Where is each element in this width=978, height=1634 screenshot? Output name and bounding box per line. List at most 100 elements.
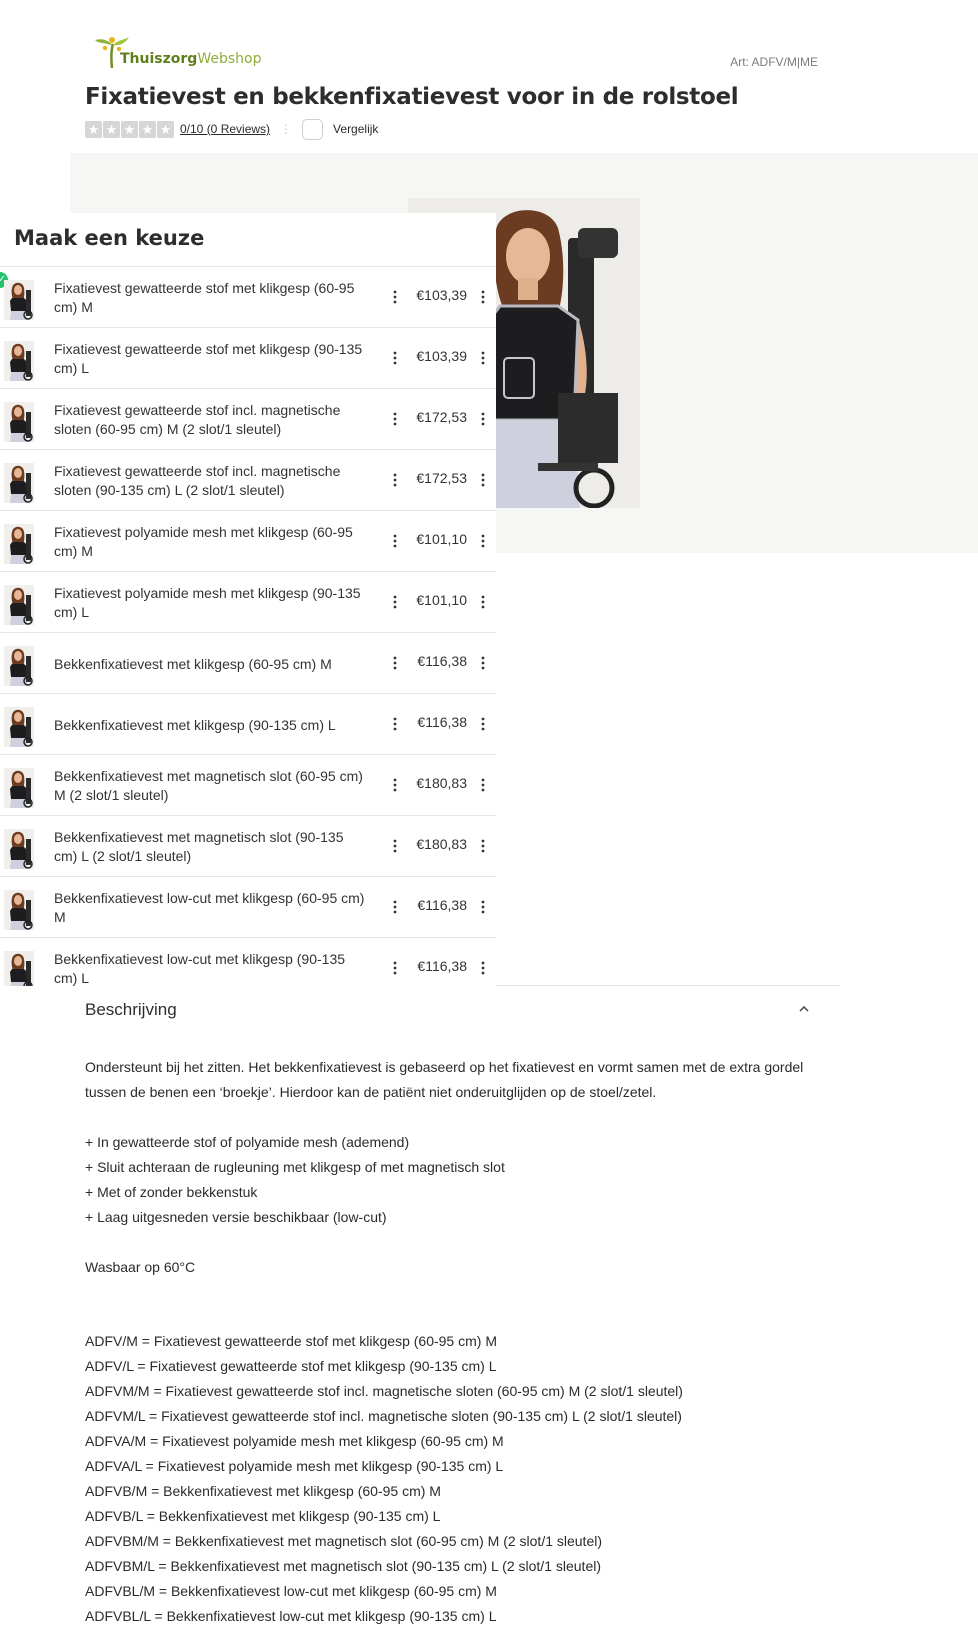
description-intro: Ondersteunt bij het zitten. Het bekkenfi… xyxy=(85,1059,804,1100)
variant-option[interactable]: Bekkenfixatievest low-cut met klikgesp (… xyxy=(0,938,496,986)
more-vertical-icon[interactable] xyxy=(390,653,400,673)
description-accordion-header[interactable]: Beschrijving xyxy=(85,998,815,1024)
variant-price: €101,10 xyxy=(416,592,467,608)
more-vertical-icon[interactable] xyxy=(478,653,488,673)
variant-price: €116,38 xyxy=(417,897,467,913)
feature-item: + Sluit achteraan de rugleuning met klik… xyxy=(85,1159,505,1175)
variant-thumbnail xyxy=(4,402,34,442)
divider xyxy=(496,985,840,986)
feature-item: + In gewatteerde stof of polyamide mesh … xyxy=(85,1134,410,1150)
variant-thumbnail xyxy=(4,280,34,320)
article-code-line: ADFVBL/L = Bekkenfixatievest low-cut met… xyxy=(85,1608,497,1624)
article-code-line: ADFVB/M = Bekkenfixatievest met klikgesp… xyxy=(85,1483,441,1499)
variant-price: €103,39 xyxy=(416,287,467,303)
variant-thumbnail xyxy=(4,646,34,686)
more-vertical-icon[interactable] xyxy=(390,470,400,490)
variant-thumbnail xyxy=(4,524,34,564)
wash-info: Wasbaar op 60°C xyxy=(85,1259,196,1275)
variant-name: Fixatievest gewatteerde stof incl. magne… xyxy=(54,463,341,498)
article-code-line: ADFV/M = Fixatievest gewatteerde stof me… xyxy=(85,1333,497,1349)
more-vertical-icon[interactable] xyxy=(390,958,400,978)
more-vertical-icon[interactable] xyxy=(478,287,488,307)
compare-label[interactable]: Vergelijk xyxy=(333,122,378,136)
variant-selector-title: Maak een keuze xyxy=(0,213,496,267)
more-vertical-icon[interactable] xyxy=(478,714,488,734)
variant-option[interactable]: Fixatievest gewatteerde stof incl. magne… xyxy=(0,389,496,450)
variant-option[interactable]: Fixatievest polyamide mesh met klikgesp … xyxy=(0,511,496,572)
separator-dots-icon: ⋮ xyxy=(280,122,293,136)
variant-option[interactable]: Bekkenfixatievest met klikgesp (90-135 c… xyxy=(0,694,496,755)
star-icon: ★ xyxy=(157,120,174,138)
rating-row: ★ ★ ★ ★ ★ 0/10 (0 Reviews) ⋮ Vergelijk xyxy=(85,118,378,140)
variant-price: €116,38 xyxy=(417,653,467,669)
variant-option[interactable]: Bekkenfixatievest met klikgesp (60-95 cm… xyxy=(0,633,496,694)
article-code-list: ADFV/M = Fixatievest gewatteerde stof me… xyxy=(85,1329,825,1629)
more-vertical-icon[interactable] xyxy=(478,775,488,795)
variant-thumbnail xyxy=(4,585,34,625)
site-logo[interactable]: ThuiszorgWebshop xyxy=(92,32,261,72)
article-code-line: ADFVA/M = Fixatievest polyamide mesh met… xyxy=(85,1433,504,1449)
variant-thumbnail xyxy=(4,341,34,381)
more-vertical-icon[interactable] xyxy=(390,897,400,917)
description-title: Beschrijving xyxy=(85,1000,177,1019)
variant-selector: Maak een keuze ✓ Fixatievest gewatteerde … xyxy=(0,213,496,986)
more-vertical-icon[interactable] xyxy=(478,958,488,978)
more-vertical-icon[interactable] xyxy=(390,836,400,856)
star-rating: ★ ★ ★ ★ ★ xyxy=(85,120,174,138)
logo-text: ThuiszorgWebshop xyxy=(120,51,262,67)
description-body: Ondersteunt bij het zitten. Het bekkenfi… xyxy=(85,1055,825,1629)
star-icon: ★ xyxy=(85,120,102,138)
variant-thumbnail xyxy=(4,890,34,930)
more-vertical-icon[interactable] xyxy=(478,897,488,917)
more-vertical-icon[interactable] xyxy=(478,470,488,490)
more-vertical-icon[interactable] xyxy=(390,775,400,795)
variant-name: Fixatievest gewatteerde stof met klikges… xyxy=(54,341,363,376)
more-vertical-icon[interactable] xyxy=(390,348,400,368)
more-vertical-icon[interactable] xyxy=(390,592,400,612)
star-icon: ★ xyxy=(103,120,120,138)
variant-thumbnail xyxy=(4,463,34,503)
variant-name: Fixatievest gewatteerde stof met klikges… xyxy=(54,280,355,315)
reviews-link[interactable]: 0/10 (0 Reviews) xyxy=(180,122,270,136)
chevron-up-icon[interactable] xyxy=(797,1002,811,1016)
variant-name: Bekkenfixatievest met magnetisch slot (6… xyxy=(54,768,363,803)
variant-price: €116,38 xyxy=(417,958,467,974)
variant-name: Fixatievest polyamide mesh met klikgesp … xyxy=(54,585,361,620)
more-vertical-icon[interactable] xyxy=(478,836,488,856)
variant-option[interactable]: Fixatievest gewatteerde stof met klikges… xyxy=(0,328,496,389)
variant-price: €172,53 xyxy=(416,409,467,425)
star-icon: ★ xyxy=(139,120,156,138)
more-vertical-icon[interactable] xyxy=(390,714,400,734)
more-vertical-icon[interactable] xyxy=(390,409,400,429)
more-vertical-icon[interactable] xyxy=(478,348,488,368)
variant-option[interactable]: ✓ Fixatievest gewatteerde stof met klikge… xyxy=(0,267,496,328)
article-code-line: ADFVA/L = Fixatievest polyamide mesh met… xyxy=(85,1458,504,1474)
variant-price: €180,83 xyxy=(416,775,467,791)
variant-thumbnail xyxy=(4,768,34,808)
feature-item: + Met of zonder bekkenstuk xyxy=(85,1184,258,1200)
variant-option[interactable]: Fixatievest gewatteerde stof incl. magne… xyxy=(0,450,496,511)
article-code-line: ADFVBM/L = Bekkenfixatievest met magneti… xyxy=(85,1558,602,1574)
variant-option[interactable]: Bekkenfixatievest low-cut met klikgesp (… xyxy=(0,877,496,938)
article-code-line: ADFV/L = Fixatievest gewatteerde stof me… xyxy=(85,1358,497,1374)
variant-option[interactable]: Bekkenfixatievest met magnetisch slot (6… xyxy=(0,755,496,816)
variant-price: €103,39 xyxy=(416,348,467,364)
variant-option[interactable]: Fixatievest polyamide mesh met klikgesp … xyxy=(0,572,496,633)
variant-name: Fixatievest gewatteerde stof incl. magne… xyxy=(54,402,341,437)
compare-checkbox[interactable] xyxy=(302,118,324,140)
variant-name: Bekkenfixatievest met klikgesp (60-95 cm… xyxy=(54,655,332,672)
more-vertical-icon[interactable] xyxy=(390,531,400,551)
variant-thumbnail xyxy=(4,707,34,747)
article-code-line: ADFVBL/M = Bekkenfixatievest low-cut met… xyxy=(85,1583,497,1599)
article-code-line: ADFVM/M = Fixatievest gewatteerde stof i… xyxy=(85,1383,683,1399)
variant-option[interactable]: Bekkenfixatievest met magnetisch slot (9… xyxy=(0,816,496,877)
variant-price: €101,10 xyxy=(416,531,467,547)
variant-name: Fixatievest polyamide mesh met klikgesp … xyxy=(54,524,353,559)
variant-name: Bekkenfixatievest met magnetisch slot (9… xyxy=(54,829,344,864)
page-title: Fixatievest en bekkenfixatievest voor in… xyxy=(85,84,739,110)
more-vertical-icon[interactable] xyxy=(478,592,488,612)
more-vertical-icon[interactable] xyxy=(478,531,488,551)
more-vertical-icon[interactable] xyxy=(478,409,488,429)
more-vertical-icon[interactable] xyxy=(390,287,400,307)
variant-thumbnail xyxy=(4,951,34,986)
